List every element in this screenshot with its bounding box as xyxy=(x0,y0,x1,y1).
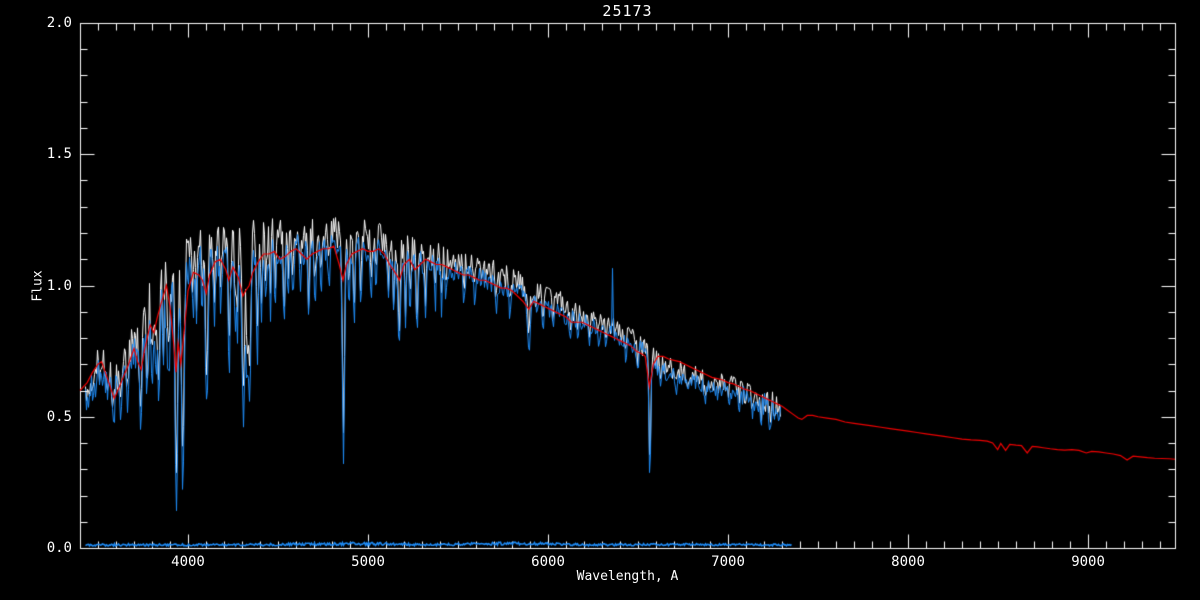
x-tick-label: 4000 xyxy=(171,554,205,570)
spectrum-figure: 25173 Wavelength, A Flux 4000 5000 6000 700… xyxy=(0,0,1200,600)
y-tick-label: 1.5 xyxy=(46,146,72,163)
y-tick-label: 0.5 xyxy=(46,408,72,425)
y-tick-label: 0.0 xyxy=(46,540,72,556)
x-tick-label: 5000 xyxy=(351,554,385,570)
x-tick-label: 9000 xyxy=(1071,554,1105,570)
plot-title: 25173 xyxy=(602,2,653,20)
x-tick-label: 8000 xyxy=(891,554,925,570)
x-axis-label: Wavelength, A xyxy=(576,569,679,584)
x-tick-label: 6000 xyxy=(531,554,565,570)
y-tick-label: 2.0 xyxy=(46,15,72,31)
y-tick-label: 1.0 xyxy=(46,277,72,294)
x-tick-label: 7000 xyxy=(711,554,745,570)
plot-canvas xyxy=(0,0,1200,600)
